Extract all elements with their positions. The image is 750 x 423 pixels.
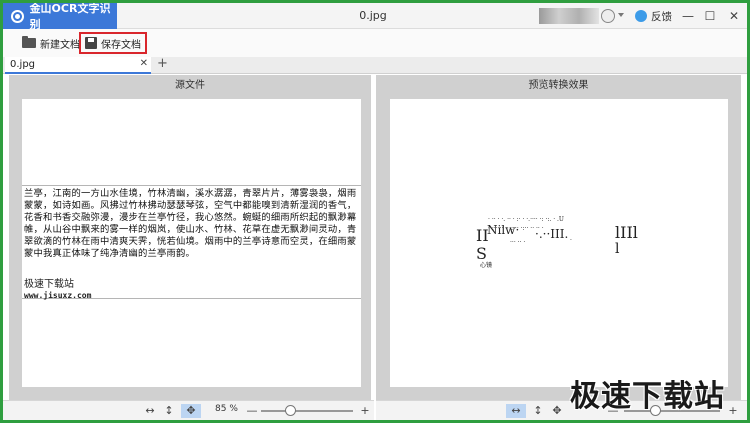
ocr-text: 兰亭，江南的一方山水佳境，竹林清幽，溪水潺潺，青翠片片，薄雾袅袅，烟雨蒙蒙，如诗… [24,188,357,259]
app-logo-icon [11,9,24,23]
preview-panel: 预览转换效果 · ·· · ·. ·· · :· · ·.···· ·: ·:.… [376,75,741,400]
ocr-recognized-region[interactable]: 兰亭，江南的一方山水佳境，竹林清幽，溪水潺潺，青翠片片，薄雾袅袅，烟雨蒙蒙，如诗… [22,185,361,300]
app-title: 金山OCR文字识别 [29,2,111,31]
source-brand-text: 极速下载站 [24,279,74,290]
user-account-blurred[interactable] [539,8,599,24]
feedback-button[interactable]: 反馈 [635,3,672,29]
fit-width-icon[interactable]: ↔ [143,404,157,418]
user-avatar-icon[interactable] [601,9,615,23]
source-page[interactable]: 兰亭，江南的一方山水佳境，竹林清幽，溪水潺潺，青翠片片，薄雾袅袅，烟雨蒙蒙，如诗… [22,99,361,387]
title-bar: 金山OCR文字识别 0.jpg 反馈 — ☐ ✕ [3,2,747,31]
fit-height-icon[interactable]: ↕ [531,404,545,418]
tab-close-icon[interactable]: ✕ [140,58,148,69]
add-tab-button[interactable]: + [157,56,168,71]
feedback-icon [635,10,647,22]
toolbar: 新建文档 保存文档 [3,29,747,57]
close-button[interactable]: ✕ [723,3,745,29]
pan-icon[interactable]: ✥ [550,404,564,418]
new-document-button[interactable]: 新建文档 [18,32,84,54]
source-panel: 源文件 兰亭，江南的一方山水佳境，竹林清幽，溪水潺潺，青翠片片，薄雾袅袅，烟雨蒙… [9,75,371,400]
pan-icon[interactable]: ✥ [181,404,201,418]
tab-document[interactable]: 0.jpg ✕ [5,57,151,74]
minimize-button[interactable]: — [677,3,699,29]
chevron-down-icon[interactable] [618,13,624,17]
maximize-button[interactable]: ☐ [699,3,721,29]
source-panel-title: 源文件 [175,80,205,91]
save-icon [85,37,97,49]
zoom-level-label: 85 % [215,404,238,414]
app-brand: 金山OCR文字识别 [3,2,117,31]
fit-width-icon[interactable]: ↔ [506,404,526,418]
preview-fragment: · ·· · ·. ·· · :· · ·.···· ·: ·:. · .U [488,216,564,223]
preview-fragment: ··· ·· · [510,239,526,246]
preview-page[interactable]: · ·· · ·. ·· · :· · ·.···· ·: ·:. · .U ·… [390,99,728,387]
fit-height-icon[interactable]: ↕ [162,404,176,418]
zoom-out-button[interactable]: — [245,404,259,418]
preview-fragment: ·.··III. [535,227,569,241]
zoom-in-button[interactable]: + [726,404,740,418]
preview-fragment: l [615,241,620,257]
new-document-label: 新建文档 [40,39,80,51]
save-document-label: 保存文档 [101,39,141,51]
zoom-in-button[interactable]: + [358,404,372,418]
watermark-logo: 极速下载站 [570,379,725,414]
zoom-slider-thumb[interactable] [285,405,297,416]
folder-icon [22,36,36,48]
source-bottom-bar: ↔ ↕ ✥ 85 % — + [3,400,374,420]
preview-panel-title: 预览转换效果 [528,80,589,91]
feedback-label: 反馈 [651,10,672,23]
document-title: 0.jpg [359,9,387,22]
source-url-text: www.jisuxz.com [24,291,92,300]
preview-fragment: · [570,237,572,244]
preview-fragment: 心镜 [480,262,493,269]
tab-strip: 0.jpg ✕ + [3,56,747,74]
save-document-button[interactable]: 保存文档 [79,32,147,54]
preview-fragment: Nilw· [487,223,520,237]
zoom-slider-track[interactable] [261,410,353,412]
tab-label: 0.jpg [10,59,36,70]
preview-fragment: lIIl [615,223,638,242]
